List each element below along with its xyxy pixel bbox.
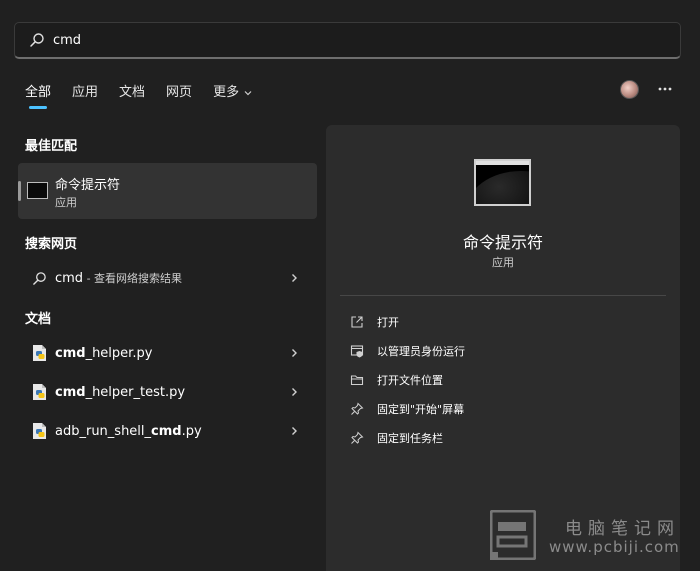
action-open[interactable]: 打开: [340, 308, 666, 336]
filter-tabs: 全部 应用 文档 网页 更多: [25, 83, 274, 109]
chevron-down-icon: [244, 91, 252, 96]
tab-documents[interactable]: 文档: [119, 83, 145, 103]
shield-admin-icon: [350, 345, 364, 358]
action-open-file-location[interactable]: 打开文件位置: [340, 366, 666, 394]
python-file-icon: [31, 423, 48, 440]
chevron-right-icon: [292, 274, 297, 282]
tab-more[interactable]: 更多: [213, 83, 253, 103]
web-search-result[interactable]: cmd - 查看网络搜索结果: [18, 260, 317, 296]
section-title-documents: 文档: [25, 312, 52, 327]
command-prompt-icon: [474, 159, 531, 206]
section-title-web: 搜索网页: [25, 237, 78, 252]
watermark-title: 电脑笔记网: [565, 519, 680, 539]
search-icon: [30, 33, 44, 47]
tab-all[interactable]: 全部: [25, 83, 51, 109]
detail-title: 命令提示符: [462, 233, 543, 252]
pin-icon: [351, 402, 364, 415]
python-file-icon: [31, 384, 48, 401]
document-item[interactable]: adb_run_shell_cmd.py: [18, 413, 317, 449]
avatar[interactable]: [620, 80, 639, 99]
chevron-right-icon: [292, 427, 297, 435]
action-pin-to-taskbar[interactable]: 固定到任务栏: [340, 424, 666, 452]
best-match-name: 命令提示符: [55, 178, 121, 193]
document-item[interactable]: cmd_helper.py: [18, 335, 317, 371]
python-file-icon: [31, 345, 48, 362]
best-match-item[interactable]: 命令提示符 应用: [18, 163, 317, 219]
action-pin-to-start[interactable]: 固定到"开始"屏幕: [340, 395, 666, 423]
best-match-type: 应用: [55, 196, 77, 209]
command-prompt-icon: [27, 182, 48, 199]
watermark-url: www.pcbiji.com: [549, 538, 680, 556]
tab-web[interactable]: 网页: [166, 83, 192, 103]
more-options-button[interactable]: [657, 80, 673, 98]
selection-indicator: [18, 181, 21, 201]
document-item[interactable]: cmd_helper_test.py: [18, 374, 317, 410]
open-external-icon: [351, 316, 363, 328]
chevron-right-icon: [292, 388, 297, 396]
watermark-logo: [490, 510, 536, 560]
search-input[interactable]: [53, 32, 653, 48]
section-title-best-match: 最佳匹配: [25, 139, 78, 154]
search-icon: [31, 270, 48, 287]
action-run-as-admin[interactable]: 以管理员身份运行: [340, 337, 666, 365]
folder-icon: [350, 375, 364, 386]
divider: [340, 295, 666, 296]
search-box[interactable]: [14, 22, 681, 59]
tab-apps[interactable]: 应用: [72, 83, 98, 103]
detail-panel: 命令提示符 应用 打开 以管理员身份运行 打开文件位置 固定到"开始"屏幕 固定…: [326, 125, 680, 571]
chevron-right-icon: [292, 349, 297, 357]
web-search-text: cmd - 查看网络搜索结果: [55, 271, 183, 286]
ellipsis-icon: [658, 87, 672, 91]
detail-subtitle: 应用: [492, 256, 514, 269]
pin-icon: [351, 431, 364, 444]
